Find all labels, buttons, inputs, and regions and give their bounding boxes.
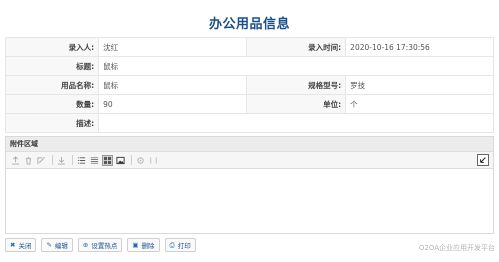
download-icon[interactable] <box>56 155 67 166</box>
edit-icon: ✎ <box>46 241 52 249</box>
close-button-label: 关闭 <box>18 242 32 250</box>
field-value: 罗技 <box>345 75 494 95</box>
upload-icon[interactable] <box>10 155 21 166</box>
trash-icon: ▣ <box>132 241 139 249</box>
field-value: 2020-10-16 17:30:56 <box>345 37 494 57</box>
print-button[interactable]: ⎙ 打印 <box>164 238 196 252</box>
field-label: 标题: <box>4 56 100 76</box>
attachment-toolbar <box>6 152 493 169</box>
page-title: 办公用品信息 <box>208 17 290 32</box>
set-hotspot-button-label: 设置热点 <box>91 242 118 250</box>
print-button-label: 打印 <box>177 242 191 250</box>
delete-icon[interactable] <box>23 155 34 166</box>
info-table: 录入人: 沈红 录入时间: 2020-10-16 17:30:56 标题: 鼠标… <box>4 37 494 133</box>
field-value: 90 <box>98 94 247 114</box>
settings-icon[interactable] <box>135 155 146 166</box>
field-label: 用品名称: <box>4 75 100 95</box>
expand-icon[interactable] <box>477 154 489 166</box>
field-label: 描述: <box>4 113 100 133</box>
field-value: 鼠标 <box>98 56 494 76</box>
attachment-panel-title: 附件区域 <box>6 137 493 152</box>
edit-icon[interactable] <box>36 155 47 166</box>
delete-button[interactable]: ▣ 删除 <box>127 238 160 252</box>
table-row: 标题: 鼠标 <box>4 56 494 76</box>
field-label: 录入时间: <box>245 37 347 57</box>
detail-list-icon[interactable] <box>89 155 100 166</box>
delete-button-label: 删除 <box>141 242 155 250</box>
table-row: 用品名称: 鼠标 规格型号: 罗技 <box>4 75 494 95</box>
field-label: 单位: <box>245 94 347 114</box>
close-icon: ✖ <box>10 241 16 249</box>
edit-button-label: 编辑 <box>54 242 68 250</box>
toolbar-separator <box>131 155 132 165</box>
field-label: 规格型号: <box>245 75 347 95</box>
watermark: O2OA企业应用开发平台 <box>418 244 495 252</box>
image-view-icon[interactable] <box>115 155 126 166</box>
field-value: 沈红 <box>98 37 247 57</box>
attachment-panel: 附件区域 <box>5 136 494 234</box>
edit-button[interactable]: ✎ 编辑 <box>41 238 73 252</box>
close-button[interactable]: ✖ 关闭 <box>5 238 37 252</box>
tag-icon[interactable] <box>148 155 159 166</box>
set-hotspot-button[interactable]: ⊕ 设置热点 <box>77 238 123 252</box>
print-icon: ⎙ <box>169 240 175 249</box>
field-value: 个 <box>345 94 494 114</box>
table-row: 录入人: 沈红 录入时间: 2020-10-16 17:30:56 <box>4 37 494 57</box>
toolbar-separator <box>72 155 73 165</box>
field-value: 鼠标 <box>98 75 247 95</box>
hotspot-icon: ⊕ <box>82 241 89 249</box>
list-icon[interactable] <box>76 155 87 166</box>
table-row: 数量: 90 单位: 个 <box>4 94 494 114</box>
grid-icon[interactable] <box>102 154 113 166</box>
field-label: 录入人: <box>4 37 100 57</box>
field-label: 数量: <box>4 94 100 114</box>
table-row: 描述: <box>4 113 494 133</box>
field-value <box>98 113 494 133</box>
toolbar-separator <box>52 155 53 165</box>
